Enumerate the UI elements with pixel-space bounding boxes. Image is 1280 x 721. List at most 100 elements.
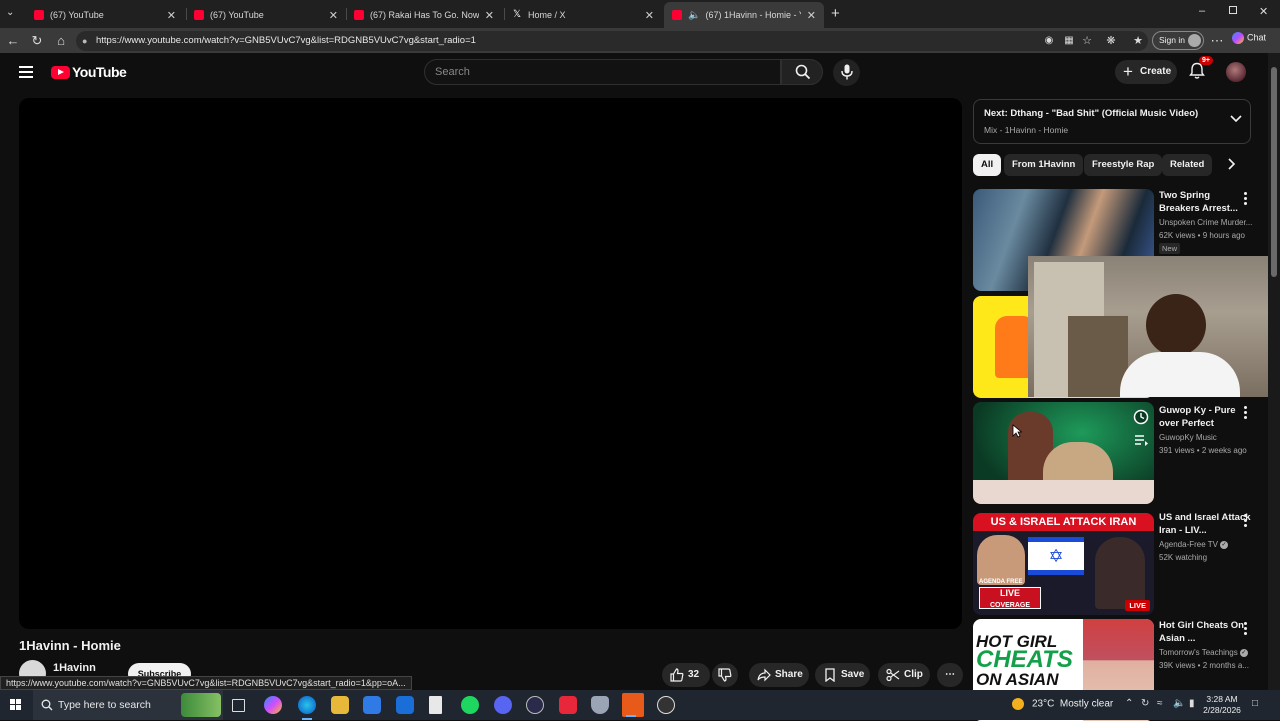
- tab-title: (67) 1Havinn - Homie - YouTu: [705, 10, 800, 20]
- menu-icon[interactable]: [19, 66, 33, 78]
- chevron-up-icon[interactable]: ⌃: [1125, 698, 1133, 709]
- shield-icon[interactable]: [591, 696, 609, 714]
- browser-toolbar: ← ↻ ⌂ ● https://www.youtube.com/watch?v=…: [0, 28, 1280, 53]
- media-app-icon[interactable]: [559, 696, 577, 714]
- edge-icon[interactable]: [298, 696, 316, 720]
- close-icon[interactable]: ✕: [167, 9, 176, 22]
- discord-icon[interactable]: [494, 696, 512, 714]
- video-thumbnail[interactable]: US & ISRAEL ATTACK IRAN ✡ AGENDA FREE LI…: [973, 513, 1154, 615]
- video-title[interactable]: Guwop Ky - Pure over Perfect: [1159, 404, 1251, 430]
- page-scrollbar[interactable]: [1268, 53, 1280, 690]
- home-icon[interactable]: ⌂: [52, 32, 70, 50]
- clock-time: 3:28 AM: [1206, 694, 1238, 704]
- close-icon[interactable]: ✕: [485, 9, 494, 22]
- restore-icon[interactable]: [1229, 6, 1237, 14]
- video-title[interactable]: US and Israel Attack Iran - LIV...: [1159, 511, 1251, 537]
- more-icon[interactable]: ⋯: [1208, 32, 1226, 50]
- more-icon[interactable]: [1243, 406, 1249, 421]
- search-icon: [795, 64, 811, 80]
- network-icon[interactable]: ↻: [1141, 698, 1149, 709]
- favorite-icon[interactable]: ☆: [1078, 32, 1096, 50]
- add-to-queue-icon[interactable]: [1132, 431, 1150, 449]
- search-input[interactable]: Search: [424, 59, 781, 85]
- chevron-right-icon[interactable]: [1227, 158, 1237, 170]
- close-icon[interactable]: ✕: [807, 9, 816, 22]
- speaker-icon[interactable]: 🔈: [688, 10, 700, 21]
- copilot-button[interactable]: Chat: [1232, 32, 1266, 44]
- more-icon[interactable]: [1243, 192, 1249, 207]
- chip-from-channel[interactable]: From 1Havinn: [1004, 154, 1084, 176]
- refresh-icon[interactable]: ↻: [28, 32, 46, 50]
- close-icon[interactable]: ✕: [645, 9, 654, 22]
- channel-name[interactable]: GuwopKy Music: [1159, 431, 1217, 444]
- up-next-panel[interactable]: Next: Dthang - "Bad Shit" (Official Musi…: [973, 99, 1251, 144]
- close-icon[interactable]: ✕: [329, 9, 338, 22]
- video-title[interactable]: Two Spring Breakers Arrest...: [1159, 189, 1251, 215]
- sign-in-button[interactable]: Sign in: [1152, 31, 1204, 50]
- channel-name[interactable]: 1Havinn: [53, 662, 96, 674]
- back-icon[interactable]: ←: [4, 32, 22, 50]
- apps-icon[interactable]: ▦: [1060, 32, 1078, 50]
- tab-actions-icon[interactable]: ⌄: [6, 7, 20, 21]
- scrollbar-thumb[interactable]: [1271, 67, 1277, 277]
- task-view-icon[interactable]: [232, 699, 245, 712]
- channel-name[interactable]: Unspoken Crime Murder...: [1159, 216, 1252, 229]
- create-button[interactable]: + Create: [1115, 60, 1177, 84]
- live-coverage-box: LIVE COVERAGE: [979, 587, 1041, 609]
- video-thumbnail[interactable]: [973, 402, 1154, 504]
- battery-icon[interactable]: ▮: [1189, 698, 1195, 709]
- youtube-logo[interactable]: YouTube: [51, 64, 127, 80]
- youtube-icon: [672, 10, 682, 20]
- video-title[interactable]: Hot Girl Cheats On Asian ...: [1159, 619, 1251, 645]
- channel-name[interactable]: Tomorrow's Teachings ✓: [1159, 646, 1248, 659]
- more-actions-button[interactable]: ⋯: [937, 663, 963, 687]
- file-explorer-icon[interactable]: [331, 696, 349, 714]
- chevron-down-icon[interactable]: [1230, 114, 1242, 124]
- streaming-app-icon[interactable]: [622, 693, 644, 717]
- more-icon[interactable]: [1243, 622, 1249, 637]
- clock-icon[interactable]: [1132, 408, 1150, 426]
- address-bar[interactable]: ● https://www.youtube.com/watch?v=GNB5VU…: [76, 31, 1148, 51]
- tab-x-home[interactable]: 𝕏 Home / X ✕: [504, 4, 662, 26]
- extensions-icon[interactable]: ❋: [1102, 32, 1120, 50]
- copilot-icon[interactable]: [264, 696, 282, 714]
- notifications-icon[interactable]: □: [1252, 698, 1258, 709]
- chip-related[interactable]: Related: [1162, 154, 1213, 176]
- like-button[interactable]: 32: [662, 663, 710, 687]
- windows-start-icon[interactable]: [10, 699, 22, 711]
- mail-icon[interactable]: [396, 696, 414, 714]
- document-icon[interactable]: [429, 696, 442, 714]
- tab-youtube-2[interactable]: (67) YouTube ✕: [186, 4, 346, 26]
- avatar[interactable]: [1226, 62, 1246, 82]
- new-tab-icon[interactable]: +: [831, 5, 840, 22]
- store-icon[interactable]: [363, 696, 381, 714]
- clip-button[interactable]: Clip: [878, 663, 930, 687]
- video-player[interactable]: [19, 98, 962, 629]
- search-button[interactable]: [781, 59, 823, 85]
- close-window-icon[interactable]: ✕: [1259, 5, 1268, 18]
- taskbar-search-input[interactable]: Type here to search: [33, 690, 223, 720]
- chip-freestyle-rap[interactable]: Freestyle Rap: [1084, 154, 1163, 176]
- translate-icon[interactable]: ◉: [1040, 32, 1058, 50]
- voice-search-button[interactable]: [833, 59, 860, 86]
- weather-widget[interactable]: 23°C Mostly clear: [1012, 698, 1113, 710]
- minimize-icon[interactable]: –: [1199, 5, 1205, 17]
- wifi-icon[interactable]: ≈: [1157, 698, 1163, 709]
- tab-youtube-3[interactable]: (67) Rakai Has To Go. Now - YouTu ✕: [346, 4, 502, 26]
- tab-youtube-1[interactable]: (67) YouTube ✕: [26, 4, 184, 26]
- chip-all[interactable]: All: [973, 154, 1002, 176]
- save-button[interactable]: Save: [815, 663, 870, 687]
- tab-youtube-active[interactable]: 🔈 (67) 1Havinn - Homie - YouTu ✕: [664, 2, 824, 28]
- plus-icon: +: [1123, 62, 1133, 81]
- share-button[interactable]: Share: [749, 663, 809, 687]
- favorites-bar-icon[interactable]: ★: [1129, 32, 1147, 50]
- channel-name[interactable]: Agenda-Free TV ✓: [1159, 538, 1228, 551]
- chrome-icon[interactable]: [657, 696, 675, 714]
- spotify-icon[interactable]: [461, 696, 479, 714]
- system-clock[interactable]: 3:28 AM 2/28/2026: [1203, 694, 1241, 716]
- logo-text: YouTube: [72, 64, 127, 80]
- volume-icon[interactable]: 🔈: [1173, 698, 1185, 709]
- more-icon[interactable]: [1243, 514, 1249, 529]
- obs-icon[interactable]: [526, 696, 544, 714]
- dislike-button[interactable]: [712, 663, 738, 687]
